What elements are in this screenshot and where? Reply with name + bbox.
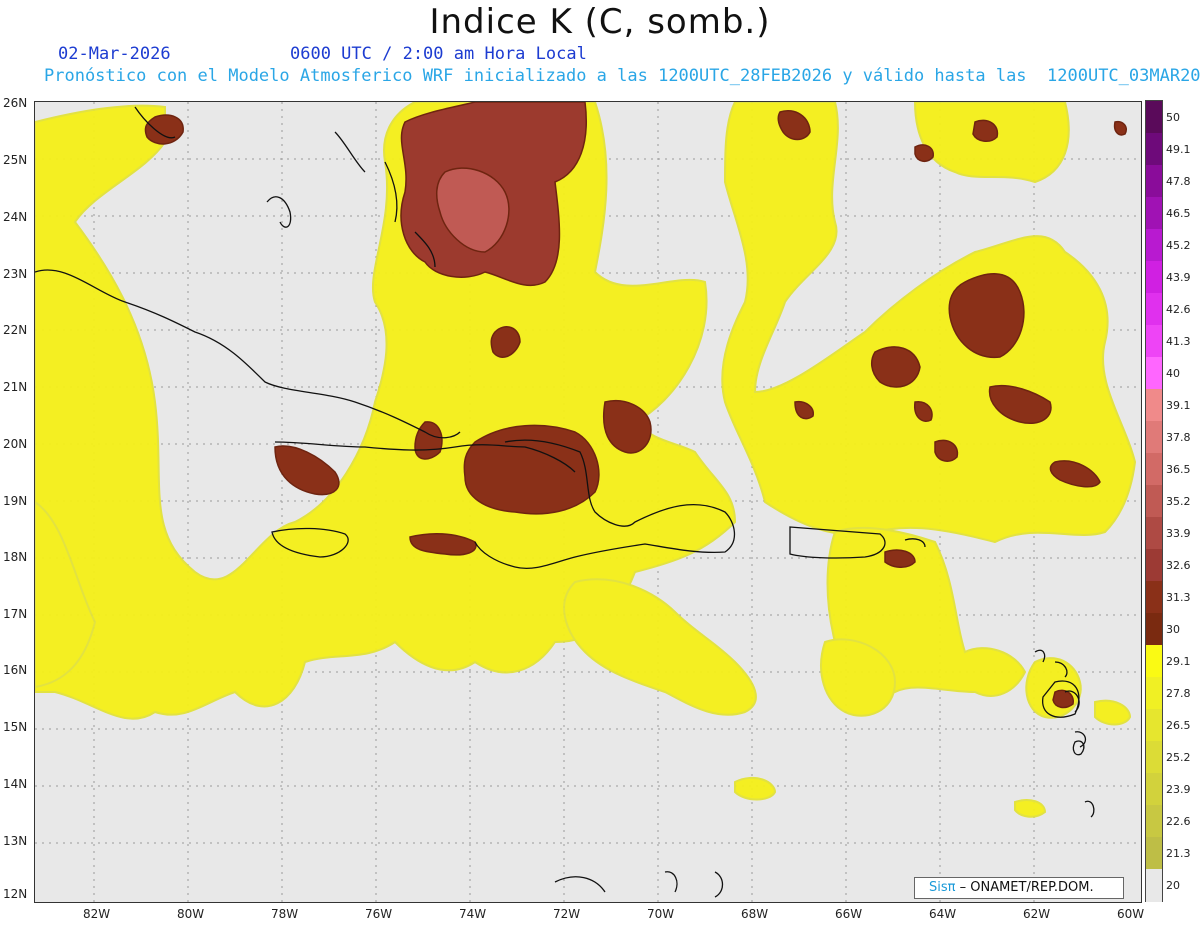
colorbar-segment — [1146, 869, 1162, 902]
lon-label: 64W — [929, 907, 957, 921]
colorbar-tick-label: 42.6 — [1166, 302, 1191, 316]
colorbar-segment — [1146, 549, 1162, 582]
lat-label: 16N — [3, 663, 28, 677]
colorbar-segment — [1146, 453, 1162, 486]
colorbar-tick-label: 21.3 — [1166, 846, 1191, 860]
colorbar-tick-label: 26.5 — [1166, 718, 1191, 732]
lon-label: 68W — [741, 907, 769, 921]
lon-label: 76W — [365, 907, 393, 921]
lat-label: 18N — [3, 550, 28, 564]
colorbar-segment — [1146, 293, 1162, 326]
lat-label: 19N — [3, 494, 28, 508]
map-title: Indice K (C, somb.) — [429, 2, 771, 42]
colorbar-segment — [1146, 837, 1162, 870]
organization-label: – ONAMET/REP.DOM. — [955, 880, 1094, 895]
colorbar-segment — [1146, 741, 1162, 774]
sispi-logo: Sisπ — [929, 880, 956, 895]
lon-label: 72W — [553, 907, 581, 921]
colorbar-tick-label: 31.3 — [1166, 590, 1191, 604]
colorbar-segment — [1146, 197, 1162, 230]
colorbar-segment — [1146, 581, 1162, 614]
k-index-map — [34, 101, 1142, 903]
colorbar-tick-label: 20 — [1166, 878, 1180, 892]
lon-label: 82W — [83, 907, 111, 921]
colorbar-segment — [1146, 613, 1162, 646]
colorbar-segment — [1146, 357, 1162, 390]
lat-label: 13N — [3, 834, 28, 848]
colorbar-segment — [1146, 645, 1162, 678]
colorbar-segment — [1146, 773, 1162, 806]
colorbar-segment — [1146, 229, 1162, 262]
colorbar — [1145, 100, 1163, 902]
model-description: Pronóstico con el Modelo Atmosferico WRF… — [44, 66, 1200, 86]
lat-label: 17N — [3, 607, 28, 621]
colorbar-tick-label: 36.5 — [1166, 462, 1191, 476]
lon-label: 70W — [647, 907, 675, 921]
lat-label: 12N — [3, 887, 28, 901]
lon-label: 78W — [271, 907, 299, 921]
lon-label: 60W — [1117, 907, 1145, 921]
colorbar-segment — [1146, 517, 1162, 550]
colorbar-tick-label: 49.1 — [1166, 142, 1191, 156]
forecast-date: 02-Mar-2026 — [58, 44, 171, 64]
colorbar-tick-label: 41.3 — [1166, 334, 1191, 348]
colorbar-tick-label: 33.9 — [1166, 526, 1191, 540]
colorbar-tick-label: 30 — [1166, 622, 1180, 636]
lon-label: 66W — [835, 907, 863, 921]
lat-label: 14N — [3, 777, 28, 791]
map-canvas — [35, 102, 1141, 902]
colorbar-tick-label: 47.8 — [1166, 174, 1191, 188]
colorbar-tick-label: 40 — [1166, 366, 1180, 380]
colorbar-segment — [1146, 709, 1162, 742]
lon-label: 74W — [459, 907, 487, 921]
colorbar-tick-label: 29.1 — [1166, 654, 1191, 668]
credit-box: Sisπ – ONAMET/REP.DOM. — [914, 877, 1124, 899]
lat-label: 21N — [3, 380, 28, 394]
colorbar-tick-label: 50 — [1166, 110, 1180, 124]
colorbar-segment — [1146, 101, 1162, 134]
colorbar-tick-label: 37.8 — [1166, 430, 1191, 444]
colorbar-segment — [1146, 389, 1162, 422]
colorbar-segment — [1146, 133, 1162, 166]
colorbar-tick-label: 43.9 — [1166, 270, 1191, 284]
colorbar-segment — [1146, 325, 1162, 358]
colorbar-tick-label: 23.9 — [1166, 782, 1191, 796]
colorbar-segment — [1146, 485, 1162, 518]
colorbar-tick-label: 32.6 — [1166, 558, 1191, 572]
colorbar-segment — [1146, 677, 1162, 710]
lat-label: 20N — [3, 437, 28, 451]
colorbar-tick-label: 46.5 — [1166, 206, 1191, 220]
colorbar-tick-label: 22.6 — [1166, 814, 1191, 828]
lat-label: 25N — [3, 153, 28, 167]
lat-label: 24N — [3, 210, 28, 224]
lat-label: 15N — [3, 720, 28, 734]
forecast-time: 0600 UTC / 2:00 am Hora Local — [290, 44, 587, 64]
lat-label: 23N — [3, 267, 28, 281]
colorbar-tick-label: 27.8 — [1166, 686, 1191, 700]
lat-label: 26N — [3, 96, 28, 110]
colorbar-tick-label: 25.2 — [1166, 750, 1191, 764]
lon-label: 62W — [1023, 907, 1051, 921]
colorbar-tick-label: 35.2 — [1166, 494, 1191, 508]
colorbar-segment — [1146, 805, 1162, 838]
colorbar-tick-label: 45.2 — [1166, 238, 1191, 252]
lat-label: 22N — [3, 323, 28, 337]
colorbar-tick-label: 39.1 — [1166, 398, 1191, 412]
colorbar-segment — [1146, 261, 1162, 294]
lon-label: 80W — [177, 907, 205, 921]
colorbar-segment — [1146, 165, 1162, 198]
colorbar-segment — [1146, 421, 1162, 454]
